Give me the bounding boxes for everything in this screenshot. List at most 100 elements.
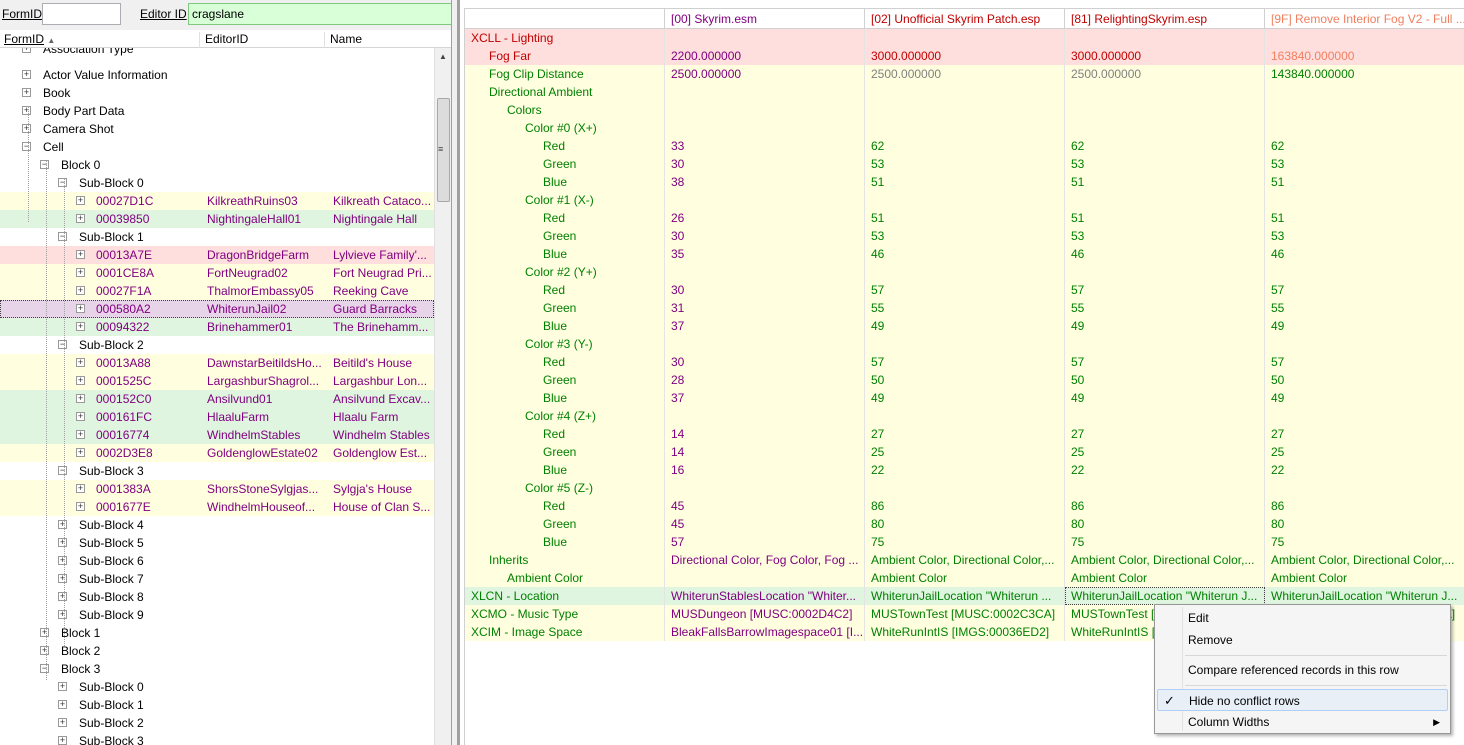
expand-icon[interactable]: + [76,268,85,277]
grid-cell[interactable]: 50 [1065,371,1265,389]
grid-cell[interactable] [1065,335,1265,353]
grid-cell[interactable]: 51 [1065,209,1265,227]
menu-item-remove[interactable]: Remove [1157,629,1448,651]
grid-row[interactable]: Green 31 55 55 55 [465,299,1464,317]
grid-cell[interactable] [665,407,865,425]
grid-row[interactable]: Red 30 57 57 57 [465,281,1464,299]
grid-row[interactable]: Color #2 (Y+) [465,263,1464,281]
grid-cell[interactable] [665,101,865,119]
tree-group-row[interactable]: − Sub-Block 1 [0,228,434,246]
formid-filter-input[interactable] [42,3,121,25]
tree-group-row[interactable]: + Sub-Block 0 [0,678,434,696]
tree-group-row[interactable]: + Sub-Block 5 [0,534,434,552]
grid-cell[interactable]: 62 [1265,137,1464,155]
grid-cell[interactable]: 80 [1065,515,1265,533]
grid-cell[interactable] [865,191,1065,209]
grid-cell[interactable]: 25 [1065,443,1265,461]
grid-cell[interactable]: Ambient Color, Directional Color,... [1265,551,1464,569]
grid-row[interactable]: Color #1 (X-) [465,191,1464,209]
expand-icon[interactable]: + [58,538,67,547]
grid-row[interactable]: Color #3 (Y-) [465,335,1464,353]
grid-cell[interactable]: 51 [865,173,1065,191]
grid-row[interactable]: Blue 37 49 49 49 [465,317,1464,335]
grid-cell[interactable] [665,335,865,353]
grid-column-header[interactable]: [81] RelightingSkyrim.esp [1065,9,1265,29]
grid-column-header[interactable]: [02] Unofficial Skyrim Patch.esp [865,9,1065,29]
grid-cell[interactable] [865,101,1065,119]
tree-group-row[interactable]: + Body Part Data [0,102,434,120]
expand-icon[interactable]: + [76,484,85,493]
grid-cell[interactable]: 46 [865,245,1065,263]
expand-icon[interactable]: + [76,250,85,259]
grid-cell[interactable]: 55 [1065,299,1265,317]
expand-icon[interactable]: + [76,196,85,205]
grid-cell[interactable] [1065,479,1265,497]
tree-record-row[interactable]: +0001525C LargashburShagrol... Largashbur … [0,372,434,390]
grid-cell[interactable]: 3000.000000 [1065,47,1265,65]
grid-cell[interactable]: 57 [1065,281,1265,299]
grid-row[interactable]: Green 30 53 53 53 [465,155,1464,173]
tree-record-row[interactable]: +000152C0 Ansilvund01 Ansilvund Excav... [0,390,434,408]
grid-cell[interactable] [1265,191,1464,209]
expand-icon[interactable]: + [76,304,85,313]
grid-cell[interactable] [1065,263,1265,281]
grid-cell[interactable]: 3000.000000 [865,47,1065,65]
grid-row[interactable]: Red 45 86 86 86 [465,497,1464,515]
grid-cell[interactable]: 53 [1265,155,1464,173]
collapse-icon[interactable]: − [58,178,67,187]
grid-row[interactable]: Blue 57 75 75 75 [465,533,1464,551]
grid-cell[interactable]: 163840.000000 [1265,47,1464,65]
tree-group-row[interactable]: − Block 0 [0,156,434,174]
collapse-icon[interactable]: − [58,340,67,349]
grid-cell[interactable]: BleakFallsBarrowImagespace01 [I... [665,623,865,641]
grid-cell[interactable] [665,83,865,101]
expand-icon[interactable]: + [22,70,31,79]
tree-group-row[interactable]: + Sub-Block 6 [0,552,434,570]
grid-cell[interactable]: 30 [665,281,865,299]
expand-icon[interactable]: + [22,124,31,133]
grid-cell[interactable]: 55 [1265,299,1464,317]
grid-cell[interactable]: 143840.000000 [1265,65,1464,83]
grid-cell[interactable] [665,569,865,587]
grid-cell[interactable] [1065,191,1265,209]
tree-group-row[interactable]: + Sub-Block 8 [0,588,434,606]
tree-record-row[interactable]: +00039850 NightingaleHall01 Nightingale Ha… [0,210,434,228]
expand-icon[interactable]: + [58,520,67,529]
grid-cell[interactable] [1065,407,1265,425]
expand-icon[interactable]: + [58,736,67,745]
grid-cell[interactable]: 45 [665,497,865,515]
tree-group-row[interactable]: + Block 2 [0,642,434,660]
grid-cell[interactable]: 57 [1065,353,1265,371]
tree-group-row[interactable]: − Block 3 [0,660,434,678]
column-header-editorid[interactable]: EditorID [201,32,325,48]
expand-icon[interactable]: + [58,610,67,619]
grid-cell[interactable] [865,119,1065,137]
grid-cell[interactable]: 80 [1265,515,1464,533]
grid-row[interactable]: Color #4 (Z+) [465,407,1464,425]
grid-cell[interactable]: 86 [1065,497,1265,515]
grid-row[interactable]: Color #0 (X+) [465,119,1464,137]
expand-icon[interactable]: + [76,214,85,223]
grid-row[interactable]: Blue 35 46 46 46 [465,245,1464,263]
tree-group-row[interactable]: + Sub-Block 1 [0,696,434,714]
grid-row[interactable]: Green 45 80 80 80 [465,515,1464,533]
grid-cell[interactable]: 25 [1265,443,1464,461]
grid-cell[interactable] [1265,119,1464,137]
grid-cell[interactable] [1265,101,1464,119]
grid-cell[interactable]: 49 [1065,317,1265,335]
grid-row[interactable]: Blue 38 51 51 51 [465,173,1464,191]
grid-row[interactable]: Red 26 51 51 51 [465,209,1464,227]
grid-cell[interactable]: WhiteRunIntIS [IMGS:00036ED2] [865,623,1065,641]
expand-icon[interactable]: + [76,286,85,295]
grid-row[interactable]: Red 14 27 27 27 [465,425,1464,443]
grid-cell[interactable]: 57 [665,533,865,551]
grid-cell[interactable]: 49 [865,389,1065,407]
tree-record-row[interactable]: +0002D3E8 GoldenglowEstate02 Goldenglow Es… [0,444,434,462]
tree-group-row[interactable]: + Sub-Block 7 [0,570,434,588]
grid-cell[interactable]: Ambient Color, Directional Color,... [865,551,1065,569]
grid-cell[interactable] [1265,335,1464,353]
collapse-icon[interactable]: − [40,664,49,673]
grid-cell[interactable] [1265,479,1464,497]
grid-cell[interactable]: 49 [1265,389,1464,407]
grid-cell[interactable]: 53 [1065,155,1265,173]
